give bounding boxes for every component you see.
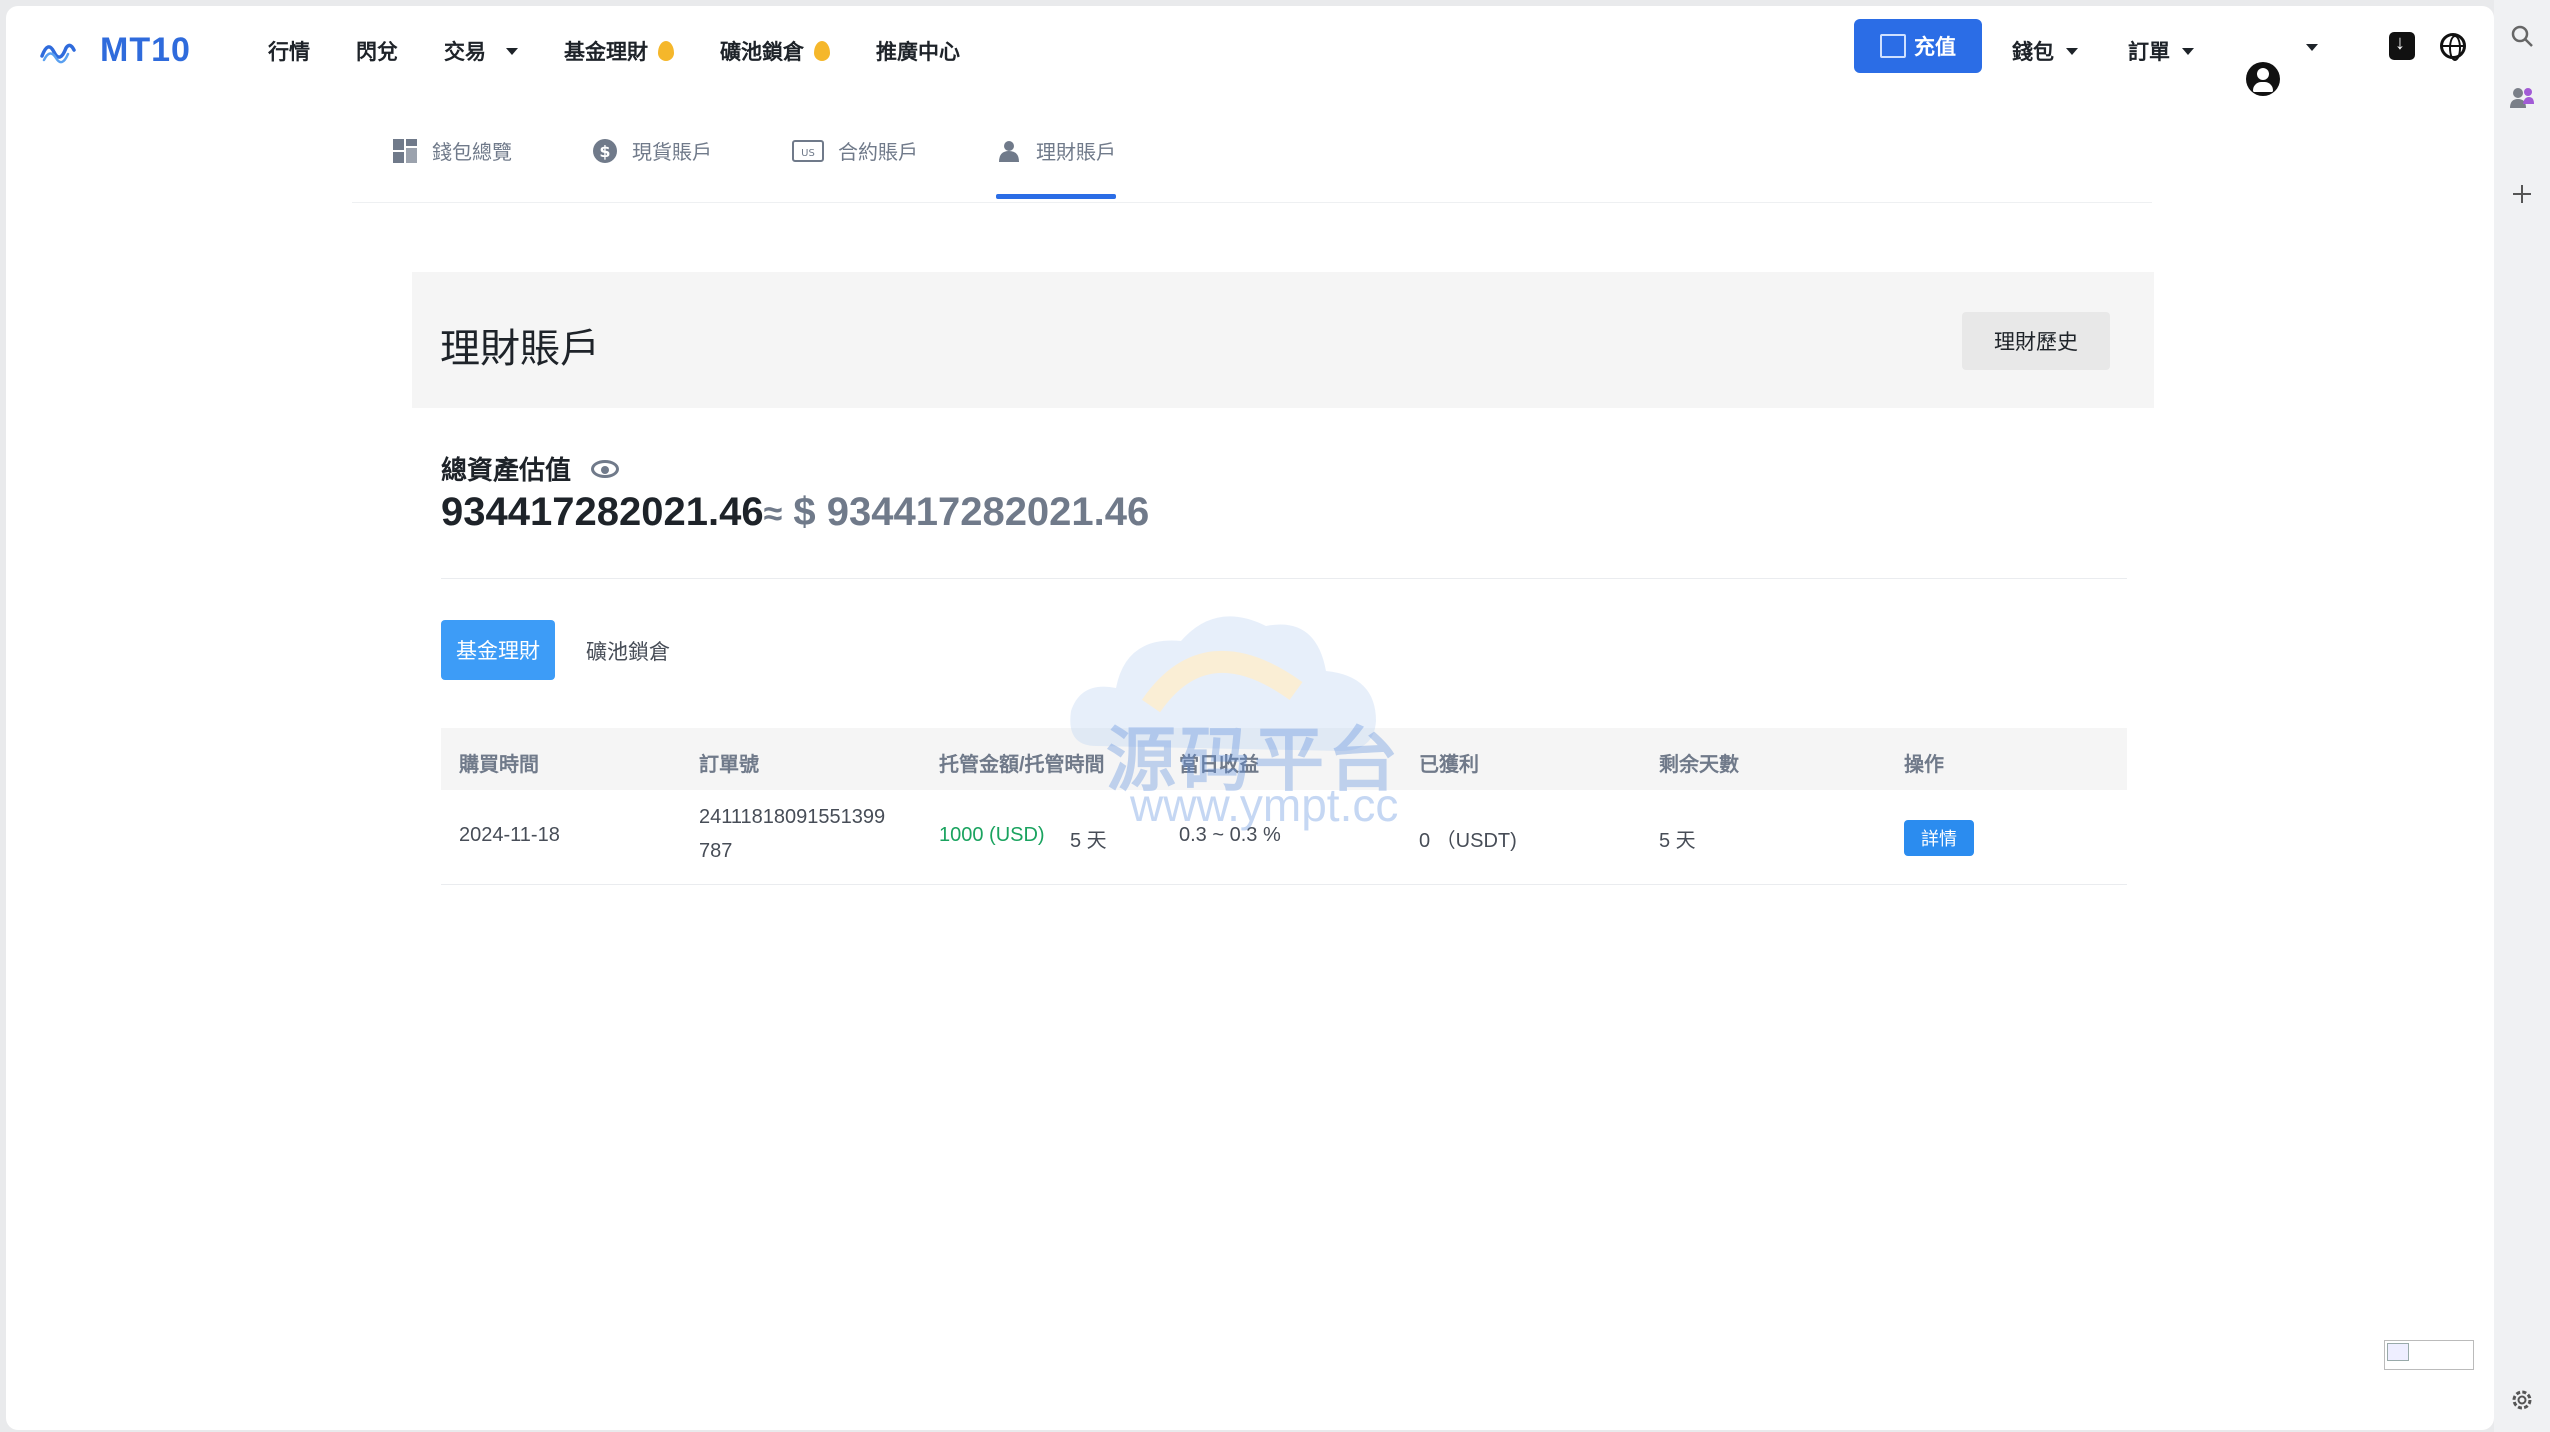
wallet-menu[interactable]: 錢包 (2012, 36, 2078, 66)
tab-spot-account[interactable]: $ 現貨賬戶 (592, 136, 712, 202)
deposit-button[interactable]: 充值 (1854, 19, 1982, 73)
nav-trade[interactable]: 交易 (444, 36, 518, 66)
nav-referral[interactable]: 推廣中心 (876, 36, 960, 66)
cell-order-no-2: 787 (699, 840, 733, 862)
fire-icon (814, 41, 830, 61)
nav-market[interactable]: 行情 (268, 36, 310, 66)
orders-menu[interactable]: 訂單 (2128, 36, 2194, 66)
piggy-bank-icon (999, 141, 1019, 162)
us-badge-icon: US (792, 140, 824, 162)
watermark-url: www.ympt.cc (1130, 779, 1399, 831)
download-icon[interactable] (2389, 32, 2415, 60)
divider (441, 578, 2127, 579)
svg-text:US: US (801, 148, 815, 159)
tab-label: 合約賬戶 (838, 142, 918, 164)
col-purchase-time: 購買時間 (459, 754, 539, 776)
tab-contract-account[interactable]: US 合約賬戶 (792, 136, 918, 202)
nav-fund[interactable]: 基金理財 (564, 36, 674, 66)
total-assets-title: 總資產估值 (441, 455, 572, 485)
app-window: MT10 行情 閃兌 交易 基金理財 礦池鎖倉 推廣中心 充值 錢包 訂單 錢包… (6, 6, 2494, 1430)
nav-pool[interactable]: 礦池鎖倉 (720, 36, 830, 66)
browser-side-rail (2494, 0, 2550, 1432)
tab-finance-account[interactable]: 理財賬戶 (996, 136, 1116, 202)
cell-date: 2024-11-18 (459, 824, 560, 846)
nav-swap[interactable]: 閃兌 (356, 36, 398, 66)
account-tabs: 錢包總覽 $ 現貨賬戶 US 合約賬戶 理財賬戶 (352, 136, 2152, 203)
wallet-menu-label: 錢包 (2012, 41, 2054, 64)
chevron-down-icon (506, 47, 518, 55)
user-avatar-icon[interactable] (2246, 62, 2280, 96)
nav-pool-label: 礦池鎖倉 (720, 41, 804, 64)
search-icon[interactable] (2508, 22, 2536, 50)
tab-label: 理財賬戶 (1036, 142, 1116, 164)
gear-icon[interactable] (2508, 1386, 2536, 1414)
nav-fund-label: 基金理財 (564, 41, 648, 64)
chevron-down-icon (2066, 47, 2078, 55)
cell-order-no-1: 24111818091551399 (699, 806, 886, 828)
dollar-circle-icon: $ (593, 139, 617, 163)
assets-usd: $ 934417282021.46 (793, 490, 1150, 534)
wave-logo-icon (40, 43, 76, 64)
brand-name: MT10 (100, 30, 191, 69)
eye-icon[interactable] (591, 459, 620, 478)
svg-text:$: $ (599, 142, 610, 161)
page-title: 理財賬戶 (440, 327, 600, 371)
active-tab-indicator (996, 194, 1116, 199)
fire-icon (658, 41, 674, 61)
cell-profit: 0 （USDT) (1419, 830, 1517, 852)
add-icon[interactable] (2508, 180, 2536, 208)
assets-amount: 934417282021.46 (441, 490, 764, 534)
top-header: MT10 行情 閃兌 交易 基金理財 礦池鎖倉 推廣中心 充值 錢包 訂單 (6, 6, 2494, 96)
col-amount-duration: 托管金額/托管時間 (939, 754, 1105, 776)
subtab-fund[interactable]: 基金理財 (441, 620, 555, 680)
orders-menu-label: 訂單 (2128, 41, 2170, 64)
chevron-down-icon[interactable] (2306, 44, 2318, 51)
cell-remaining: 5 天 (1659, 830, 1696, 852)
cell-duration: 5 天 (1070, 830, 1107, 852)
total-assets-label: 總資產估值 (441, 450, 620, 487)
col-remaining-days: 剩余天數 (1659, 754, 1739, 776)
finance-history-button[interactable]: 理財歷史 (1962, 312, 2110, 370)
account-header-panel: 理財賬戶 理財歷史 (412, 272, 2154, 408)
brand-logo[interactable]: MT10 (38, 30, 191, 70)
chevron-down-icon (2182, 47, 2194, 55)
nav-trade-label: 交易 (444, 41, 486, 64)
subtab-pool[interactable]: 礦池鎖倉 (586, 636, 670, 666)
people-icon[interactable] (2508, 84, 2536, 112)
detail-button[interactable]: 詳情 (1904, 820, 1974, 856)
total-assets-value: 934417282021.46≈ $ 934417282021.46 (441, 490, 1149, 535)
col-profit: 已獲利 (1419, 754, 1479, 776)
col-action: 操作 (1904, 754, 1944, 776)
dashboard-icon (393, 139, 417, 163)
tab-label: 現貨賬戶 (632, 142, 712, 164)
col-order-no: 訂單號 (699, 754, 759, 776)
deposit-label: 充值 (1914, 36, 1956, 59)
globe-icon[interactable] (2440, 33, 2466, 61)
cell-amount: 1000 (USD) (939, 824, 1045, 846)
tab-label: 錢包總覽 (432, 142, 512, 164)
approx-sign: ≈ (763, 495, 783, 533)
main-nav: 行情 閃兌 交易 基金理財 礦池鎖倉 推廣中心 (268, 36, 960, 66)
tab-wallet-overview[interactable]: 錢包總覽 (392, 136, 512, 202)
broken-image-icon (2384, 1340, 2474, 1370)
broken-image-icon (1880, 34, 1906, 58)
